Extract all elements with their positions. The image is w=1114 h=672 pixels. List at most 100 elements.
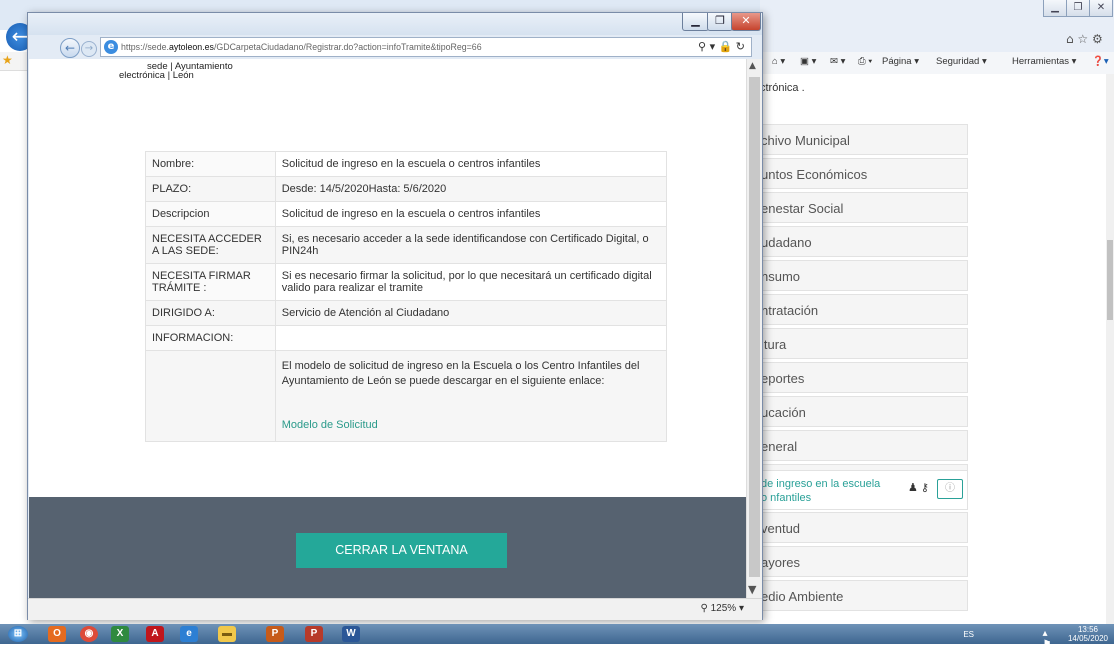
breadcrumb: ctrónica . (760, 82, 805, 94)
print-icon[interactable]: ⎙ ▾ (858, 56, 872, 67)
row-value: Solicitud de ingreso en la escuela o cen… (274, 201, 668, 227)
info-cell: El modelo de solicitud de ingreso en la … (274, 350, 668, 442)
category-item[interactable]: ntratación (750, 294, 968, 325)
home-star-gear-icons[interactable]: ⌂ ☆ ⚙ (1066, 32, 1103, 46)
folder-icon[interactable]: ▬ (218, 626, 236, 642)
popup-back-button[interactable]: ← (60, 38, 80, 58)
bg-close-button[interactable]: ✕ (1089, 0, 1113, 17)
category-item[interactable]: ayores (750, 546, 968, 577)
taskbar: ⊞ O ◉ X A e ▬ P P W ES ▴ ⚑ ▦ ◖ 13:56 14/… (0, 624, 1114, 672)
popup-maximize-button[interactable]: ❐ (707, 13, 733, 31)
chrome-icon[interactable]: ◉ (80, 626, 98, 642)
row-value (274, 325, 668, 351)
ie-icon[interactable]: e (180, 626, 198, 642)
popup-scroll-thumb[interactable] (749, 77, 760, 577)
row-label: Descripcion (145, 201, 276, 227)
search-lock-refresh-icons[interactable]: ⚲ ▾ 🔒 ↻ (698, 40, 745, 53)
logo-line2: electrónica | León (119, 70, 194, 81)
popup-scrollbar[interactable]: ▲ ▼ (746, 59, 762, 598)
command-bar: ⌂ ▾ ▣ ▾ ✉ ▾ ⎙ ▾ Página ▾ Seguridad ▾ Her… (760, 52, 1114, 75)
scroll-up-arrow-icon[interactable]: ▲ (749, 61, 756, 71)
background-scroll-thumb[interactable] (1107, 240, 1113, 320)
mail-icon[interactable]: ✉ ▾ (830, 56, 845, 67)
url-prefix: https://sede. (121, 42, 169, 52)
home-icon[interactable]: ⌂ ▾ (772, 56, 785, 67)
category-item[interactable]: eneral (750, 430, 968, 461)
zoom-level: 125% (710, 603, 737, 614)
popup-statusbar: ⚲ 125% ▾ (28, 598, 762, 620)
category-item-selected[interactable]: de ingreso en la escuela o nfantiles ♟ ⚷… (750, 470, 968, 510)
pagina-menu[interactable]: Página ▾ (882, 56, 919, 67)
address-bar[interactable]: e https://sede.aytoleon.es/GDCarpetaCiud… (100, 37, 752, 57)
row-value: Si es necesario firmar la solicitud, por… (274, 263, 668, 301)
category-item[interactable]: ltura (750, 328, 968, 359)
popup-titlebar: ▁ ❐ ✕ (28, 13, 762, 35)
row-value: Si, es necesario acceder a la sede ident… (274, 226, 668, 264)
bg-minimize-button[interactable]: ▁ (1043, 0, 1067, 17)
row-value: Desde: 14/5/2020Hasta: 5/6/2020 (274, 176, 668, 202)
url-text[interactable]: https://sede.aytoleon.es/GDCarpetaCiudad… (121, 42, 482, 52)
category-item[interactable]: ucación (750, 396, 968, 427)
info-icon[interactable]: ⓘ (937, 479, 963, 499)
tramite-info-table: Nombre: Solicitud de ingreso en la escue… (145, 151, 668, 442)
presentation-icon[interactable]: P (305, 626, 323, 642)
zoom-control[interactable]: ⚲ 125% ▾ (701, 603, 745, 614)
row-value: Solicitud de ingreso en la escuela o cen… (274, 151, 668, 177)
row-label-empty (145, 350, 276, 442)
category-item[interactable]: udadano (750, 226, 968, 257)
powerpoint-icon[interactable]: P (266, 626, 284, 642)
category-item[interactable]: edio Ambiente (750, 580, 968, 611)
popup-minimize-button[interactable]: ▁ (682, 13, 709, 31)
category-item[interactable]: enestar Social (750, 192, 968, 223)
popup-close-button[interactable]: ✕ (731, 13, 761, 31)
tray-icons[interactable]: ▴ ⚑ ▦ ◖ (1043, 628, 1052, 672)
seguridad-menu[interactable]: Seguridad ▾ (936, 56, 987, 67)
close-window-button[interactable]: CERRAR LA VENTANA (296, 533, 507, 568)
category-item[interactable]: chivo Municipal (750, 124, 968, 155)
row-label: DIRIGIDO A: (145, 300, 276, 326)
category-item-label[interactable]: de ingreso en la escuela o nfantiles (761, 477, 881, 505)
row-label: INFORMACION: (145, 325, 276, 351)
help-icon[interactable]: ❓▾ (1092, 56, 1109, 67)
table-row: DIRIGIDO A: Servicio de Atención al Ciud… (145, 300, 668, 326)
start-button-icon[interactable]: ⊞ (8, 626, 28, 642)
category-item[interactable]: ventud (750, 512, 968, 543)
outlook-icon[interactable]: O (48, 626, 66, 642)
user-key-icons[interactable]: ♟ ⚷ (908, 481, 929, 495)
popup-window: ▁ ❐ ✕ ← → e https://sede.aytoleon.es/GDC… (27, 12, 763, 620)
table-row: Descripcion Solicitud de ingreso en la e… (145, 201, 668, 227)
acrobat-icon[interactable]: A (146, 626, 164, 642)
popup-navbar: ← → e https://sede.aytoleon.es/GDCarpeta… (28, 35, 762, 59)
table-row: INFORMACION: (145, 325, 668, 351)
clock-time[interactable]: 13:56 (1078, 625, 1098, 634)
background-scrollbar[interactable] (1106, 74, 1114, 625)
excel-icon[interactable]: X (111, 626, 129, 642)
word-icon[interactable]: W (342, 626, 360, 642)
url-domain: aytoleon.es (168, 42, 214, 52)
language-indicator[interactable]: ES (963, 630, 974, 639)
clock-date[interactable]: 14/05/2020 (1068, 634, 1108, 643)
table-row: PLAZO: Desde: 14/5/2020Hasta: 5/6/2020 (145, 176, 668, 202)
favorites-star-icon[interactable]: ★ (2, 53, 13, 67)
row-label: NECESITA FIRMAR TRÁMITE : (145, 263, 276, 301)
table-row: Nombre: Solicitud de ingreso en la escue… (145, 151, 668, 177)
category-item[interactable]: eportes (750, 362, 968, 393)
background-page: ctrónica . chivo Municipal untos Económi… (750, 74, 1114, 625)
scroll-down-arrow-icon[interactable]: ▼ (748, 583, 756, 596)
row-value: Servicio de Atención al Ciudadano (274, 300, 668, 326)
popup-content: sede | Ayuntamiento electrónica | León N… (29, 59, 746, 598)
row-label: NECESITA ACCEDER A LAS SEDE: (145, 226, 276, 264)
table-row: NECESITA FIRMAR TRÁMITE : Si es necesari… (145, 263, 668, 301)
herramientas-menu[interactable]: Herramientas ▾ (1012, 56, 1076, 67)
category-item[interactable]: nsumo (750, 260, 968, 291)
modelo-solicitud-link[interactable]: Modelo de Solicitud (282, 419, 660, 431)
popup-forward-button[interactable]: → (81, 41, 97, 57)
url-path: /GDCarpetaCiudadano/Registrar.do?action=… (213, 42, 482, 52)
row-label: Nombre: (145, 151, 276, 177)
feeds-icon[interactable]: ▣ ▾ (800, 56, 816, 67)
ie-page-icon: e (104, 40, 118, 54)
category-item[interactable]: untos Económicos (750, 158, 968, 189)
table-row: NECESITA ACCEDER A LAS SEDE: Si, es nece… (145, 226, 668, 264)
bg-maximize-button[interactable]: ❐ (1066, 0, 1090, 17)
row-label: PLAZO: (145, 176, 276, 202)
